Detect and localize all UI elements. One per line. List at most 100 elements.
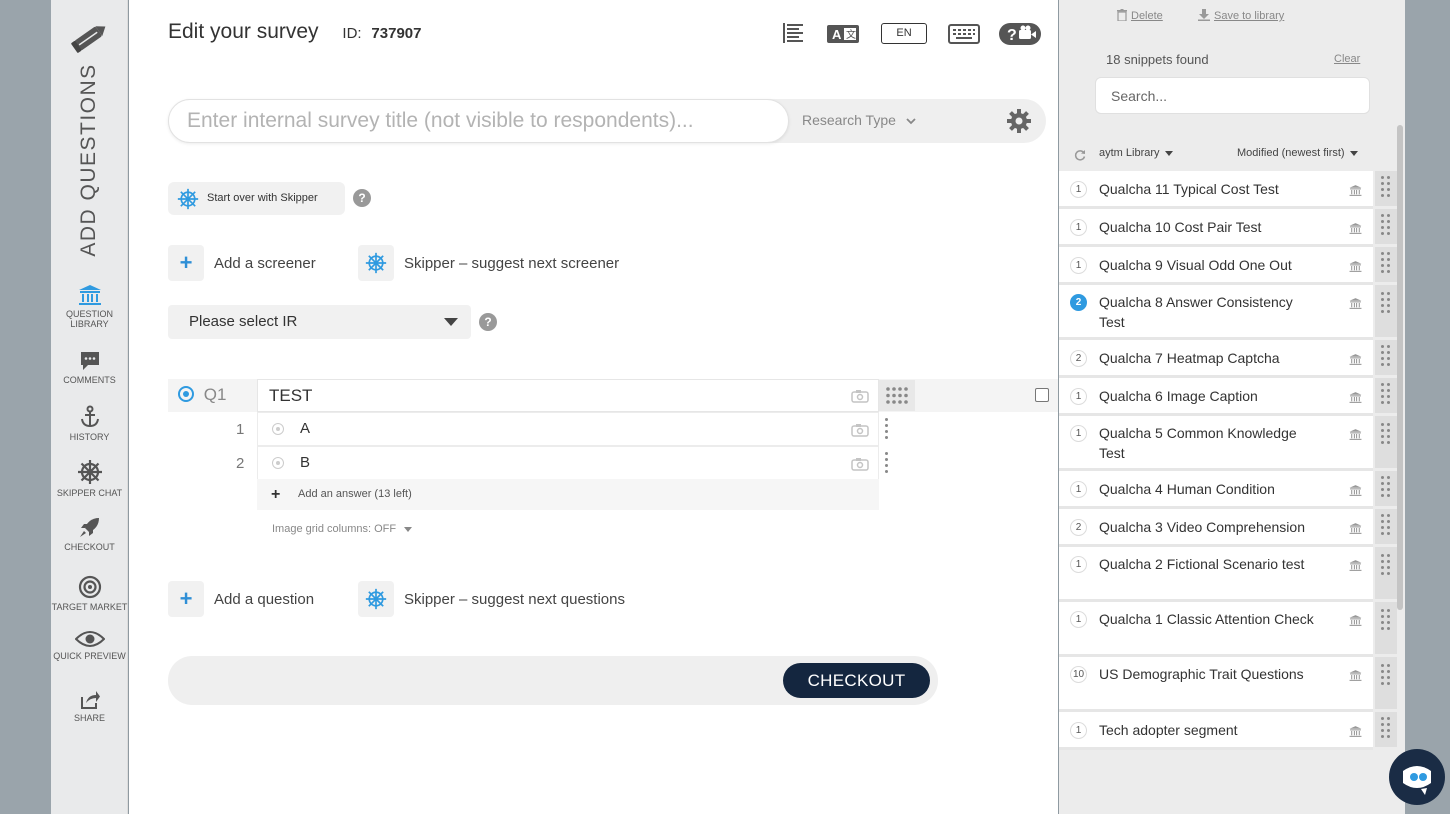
snippet-item[interactable]: 1 Qualcha 10 Cost Pair Test bbox=[1059, 209, 1373, 247]
keyboard-icon[interactable] bbox=[948, 24, 980, 44]
question-drag-handle[interactable] bbox=[879, 380, 915, 411]
skipper-suggest-screener-link[interactable]: Skipper – suggest next screener bbox=[404, 255, 619, 272]
snippet-drag-handle[interactable] bbox=[1375, 378, 1397, 413]
snippet-drag-handle[interactable] bbox=[1375, 509, 1397, 544]
snippet-drag-handle[interactable] bbox=[1375, 657, 1397, 709]
library-bank-icon[interactable] bbox=[1349, 222, 1362, 235]
language-button[interactable]: EN bbox=[881, 23, 927, 44]
skipper-suggest-questions-link[interactable]: Skipper – suggest next questions bbox=[404, 591, 625, 608]
sidebar-item-history[interactable]: HISTORY bbox=[51, 405, 128, 442]
survey-title-input[interactable] bbox=[168, 99, 789, 143]
snippet-drag-handle[interactable] bbox=[1375, 171, 1397, 206]
delete-button[interactable]: Delete bbox=[1117, 9, 1163, 22]
snippet-item[interactable]: 1 Qualcha 1 Classic Attention Check bbox=[1059, 602, 1373, 657]
sidebar-item-share[interactable]: SHARE bbox=[51, 690, 128, 723]
library-bank-icon[interactable] bbox=[1349, 353, 1362, 366]
snippet-count: 18 snippets found bbox=[1106, 52, 1209, 67]
library-bank-icon[interactable] bbox=[1349, 184, 1362, 197]
snippet-item[interactable]: 1 Qualcha 6 Image Caption bbox=[1059, 378, 1373, 416]
library-bank-icon[interactable] bbox=[1349, 559, 1362, 572]
snippet-item[interactable]: 1 Qualcha 5 Common Knowledge Test bbox=[1059, 416, 1373, 471]
snippet-drag-handle[interactable] bbox=[1375, 602, 1397, 654]
snippet-count-badge: 1 bbox=[1070, 257, 1087, 274]
snippet-drag-handle[interactable] bbox=[1375, 547, 1397, 599]
settings-gear-icon[interactable] bbox=[1006, 108, 1032, 134]
anchor-icon bbox=[80, 405, 99, 428]
snippet-drag-handle[interactable] bbox=[1375, 471, 1397, 506]
library-source-dropdown[interactable]: aytm Library bbox=[1099, 147, 1173, 159]
answer-drag-handle[interactable] bbox=[885, 418, 889, 442]
snippet-count-badge: 1 bbox=[1070, 481, 1087, 498]
library-bank-icon[interactable] bbox=[1349, 260, 1362, 273]
add-answer-button[interactable]: + Add an answer (13 left) bbox=[257, 479, 879, 510]
snippet-item[interactable]: 1 Qualcha 4 Human Condition bbox=[1059, 471, 1373, 509]
page-header: Edit your survey ID: 737907 bbox=[168, 20, 421, 44]
pencil-icon[interactable] bbox=[69, 18, 109, 58]
image-grid-columns-dropdown[interactable]: Image grid columns: OFF bbox=[272, 523, 413, 535]
library-bank-icon[interactable] bbox=[1349, 669, 1362, 682]
library-search-input[interactable] bbox=[1095, 77, 1370, 114]
library-bank-icon[interactable] bbox=[1349, 484, 1362, 497]
library-bank-icon[interactable] bbox=[1349, 725, 1362, 738]
camera-icon[interactable] bbox=[851, 423, 869, 437]
answer-number: 2 bbox=[236, 455, 245, 472]
add-answer-label: Add an answer (13 left) bbox=[298, 488, 412, 500]
sidebar-item-target-market[interactable]: TARGET MARKET bbox=[51, 575, 128, 612]
clear-link[interactable]: Clear bbox=[1334, 53, 1360, 65]
sidebar-item-checkout[interactable]: CHECKOUT bbox=[51, 515, 128, 552]
outline-icon[interactable] bbox=[782, 22, 804, 44]
snippet-item[interactable]: 1 Qualcha 11 Typical Cost Test bbox=[1059, 171, 1373, 209]
sort-dropdown[interactable]: Modified (newest first) bbox=[1237, 147, 1358, 159]
snippet-item[interactable]: 1 Tech adopter segment bbox=[1059, 712, 1373, 750]
snippet-item[interactable]: 2 Qualcha 3 Video Comprehension bbox=[1059, 509, 1373, 547]
snippet-item[interactable]: 2 Qualcha 7 Heatmap Captcha bbox=[1059, 340, 1373, 378]
sidebar-item-question-library[interactable]: QUESTION LIBRARY bbox=[51, 284, 128, 329]
sidebar-item-skipper-chat[interactable]: SKIPPER CHAT bbox=[51, 459, 128, 498]
research-type-dropdown[interactable]: Research Type bbox=[802, 112, 916, 128]
add-screener-plus-button[interactable]: + bbox=[168, 245, 204, 281]
snippet-item[interactable]: 2 Qualcha 8 Answer Consistency Test bbox=[1059, 285, 1373, 340]
answer-field[interactable]: A bbox=[257, 412, 879, 446]
snippet-count-badge: 2 bbox=[1070, 294, 1087, 311]
library-bank-icon[interactable] bbox=[1349, 297, 1362, 310]
snippet-drag-handle[interactable] bbox=[1375, 209, 1397, 244]
add-question-plus-button[interactable]: + bbox=[168, 581, 204, 617]
help-icon[interactable]: ? bbox=[353, 189, 371, 207]
library-bank-icon[interactable] bbox=[1349, 391, 1362, 404]
checkout-button[interactable]: CHECKOUT bbox=[783, 663, 930, 698]
sidebar-item-quick-preview[interactable]: QUICK PREVIEW bbox=[51, 630, 128, 661]
answer-drag-handle[interactable] bbox=[885, 452, 889, 476]
refresh-icon[interactable] bbox=[1074, 149, 1086, 161]
chat-bot-button[interactable] bbox=[1389, 749, 1445, 805]
add-question-link[interactable]: Add a question bbox=[214, 591, 314, 608]
library-scrollbar[interactable] bbox=[1397, 125, 1403, 610]
add-questions-title: ADD QUESTIONS bbox=[77, 63, 100, 257]
answer-field[interactable]: B bbox=[257, 446, 879, 480]
snippet-item[interactable]: 1 Qualcha 2 Fictional Scenario test bbox=[1059, 547, 1373, 602]
help-video-icon[interactable]: ? bbox=[999, 23, 1041, 45]
skipper-questions-button[interactable] bbox=[358, 581, 394, 617]
library-bank-icon[interactable] bbox=[1349, 522, 1362, 535]
snippet-item[interactable]: 1 Qualcha 9 Visual Odd One Out bbox=[1059, 247, 1373, 285]
translate-icon[interactable]: A 文 bbox=[827, 25, 859, 43]
help-icon[interactable]: ? bbox=[479, 313, 497, 331]
sidebar-item-comments[interactable]: COMMENTS bbox=[51, 350, 128, 385]
snippet-drag-handle[interactable] bbox=[1375, 712, 1397, 747]
library-bank-icon[interactable] bbox=[1349, 614, 1362, 627]
save-to-library-button[interactable]: Save to library bbox=[1198, 9, 1284, 22]
question-select-checkbox[interactable] bbox=[1035, 388, 1049, 402]
start-over-skipper-button[interactable]: Start over with Skipper bbox=[168, 182, 345, 215]
snippet-name: US Demographic Trait Questions bbox=[1099, 666, 1304, 682]
camera-icon[interactable] bbox=[851, 389, 869, 403]
snippet-drag-handle[interactable] bbox=[1375, 416, 1397, 468]
snippet-drag-handle[interactable] bbox=[1375, 247, 1397, 282]
snippet-drag-handle[interactable] bbox=[1375, 285, 1397, 337]
skipper-screener-button[interactable] bbox=[358, 245, 394, 281]
snippet-drag-handle[interactable] bbox=[1375, 340, 1397, 375]
camera-icon[interactable] bbox=[851, 457, 869, 471]
library-bank-icon[interactable] bbox=[1349, 428, 1362, 441]
ir-select[interactable]: Please select IR bbox=[168, 305, 471, 339]
add-screener-link[interactable]: Add a screener bbox=[214, 255, 316, 272]
question-text-field[interactable]: TEST bbox=[257, 379, 879, 412]
snippet-item[interactable]: 10 US Demographic Trait Questions bbox=[1059, 657, 1373, 712]
